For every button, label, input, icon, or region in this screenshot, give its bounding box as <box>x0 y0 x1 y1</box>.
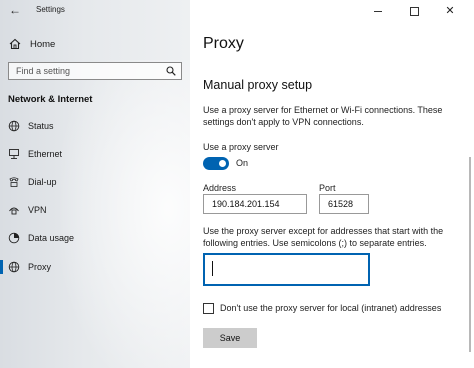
search-input[interactable]: Find a setting <box>8 62 182 80</box>
sidebar-item-label: Dial-up <box>28 177 57 187</box>
toggle-state-label: On <box>236 158 249 168</box>
sidebar-item-data-usage[interactable]: Data usage <box>0 227 190 249</box>
sidebar-item-label: Status <box>28 121 54 131</box>
vpn-icon <box>9 207 19 215</box>
back-button[interactable]: ← <box>8 3 22 17</box>
globe-network-icon <box>8 120 20 132</box>
globe-icon <box>8 261 20 273</box>
address-field[interactable]: 190.184.201.154 <box>203 194 307 214</box>
sidebar-item-status[interactable]: Status <box>0 115 190 137</box>
port-field[interactable]: 61528 <box>319 194 369 214</box>
exceptions-field[interactable] <box>203 253 370 286</box>
close-button[interactable]: ✕ <box>436 0 464 22</box>
sidebar-item-proxy[interactable]: Proxy <box>0 256 190 278</box>
main-content: Proxy Manual proxy setup Use a proxy ser… <box>190 22 474 368</box>
toggle-knob <box>219 160 226 167</box>
maximize-icon <box>409 6 419 16</box>
exceptions-description: Use the proxy server except for addresse… <box>203 226 444 248</box>
ethernet-icon <box>9 149 19 159</box>
close-icon: ✕ <box>445 4 455 17</box>
scrollbar[interactable] <box>469 157 471 352</box>
home-label: Home <box>30 38 56 50</box>
page-title: Proxy <box>203 35 244 52</box>
minimize-button[interactable] <box>364 0 392 22</box>
local-bypass-checkbox[interactable] <box>203 302 214 314</box>
text-caret <box>212 261 213 276</box>
local-bypass-label: Don't use the proxy server for local (in… <box>220 303 442 313</box>
proxy-description: Use a proxy server for Ethernet or Wi-Fi… <box>203 105 443 127</box>
sidebar-item-label: Ethernet <box>28 149 63 159</box>
dialup-icon <box>9 177 19 187</box>
home-nav-item[interactable]: Home <box>8 36 55 52</box>
home-icon <box>9 38 21 50</box>
sidebar-item-ethernet[interactable]: Ethernet <box>0 143 190 165</box>
address-label: Address <box>203 183 237 193</box>
sidebar-item-label: Proxy <box>28 262 52 272</box>
port-label: Port <box>319 183 336 193</box>
search-icon[interactable] <box>166 66 176 76</box>
proxy-toggle[interactable] <box>203 157 229 170</box>
proxy-toggle-label: Use a proxy server <box>203 142 279 152</box>
local-bypass-row[interactable]: Don't use the proxy server for local (in… <box>203 301 441 315</box>
search-placeholder: Find a setting <box>16 66 71 76</box>
sidebar: Home Find a setting Network & Internet S… <box>0 0 190 368</box>
data-usage-icon <box>8 232 20 244</box>
sidebar-item-label: Data usage <box>28 233 75 243</box>
sidebar-item-vpn[interactable]: VPN <box>0 199 190 221</box>
save-button[interactable]: Save <box>203 328 257 348</box>
section-subhead: Manual proxy setup <box>203 78 313 92</box>
section-title: Network & Internet <box>8 94 93 105</box>
sidebar-item-label: VPN <box>28 205 47 215</box>
sidebar-item-dial-up[interactable]: Dial-up <box>0 171 190 193</box>
minimize-icon <box>374 10 382 12</box>
maximize-button[interactable] <box>400 0 428 22</box>
app-title: Settings <box>36 5 65 14</box>
title-bar: ← Settings ✕ <box>0 0 474 22</box>
